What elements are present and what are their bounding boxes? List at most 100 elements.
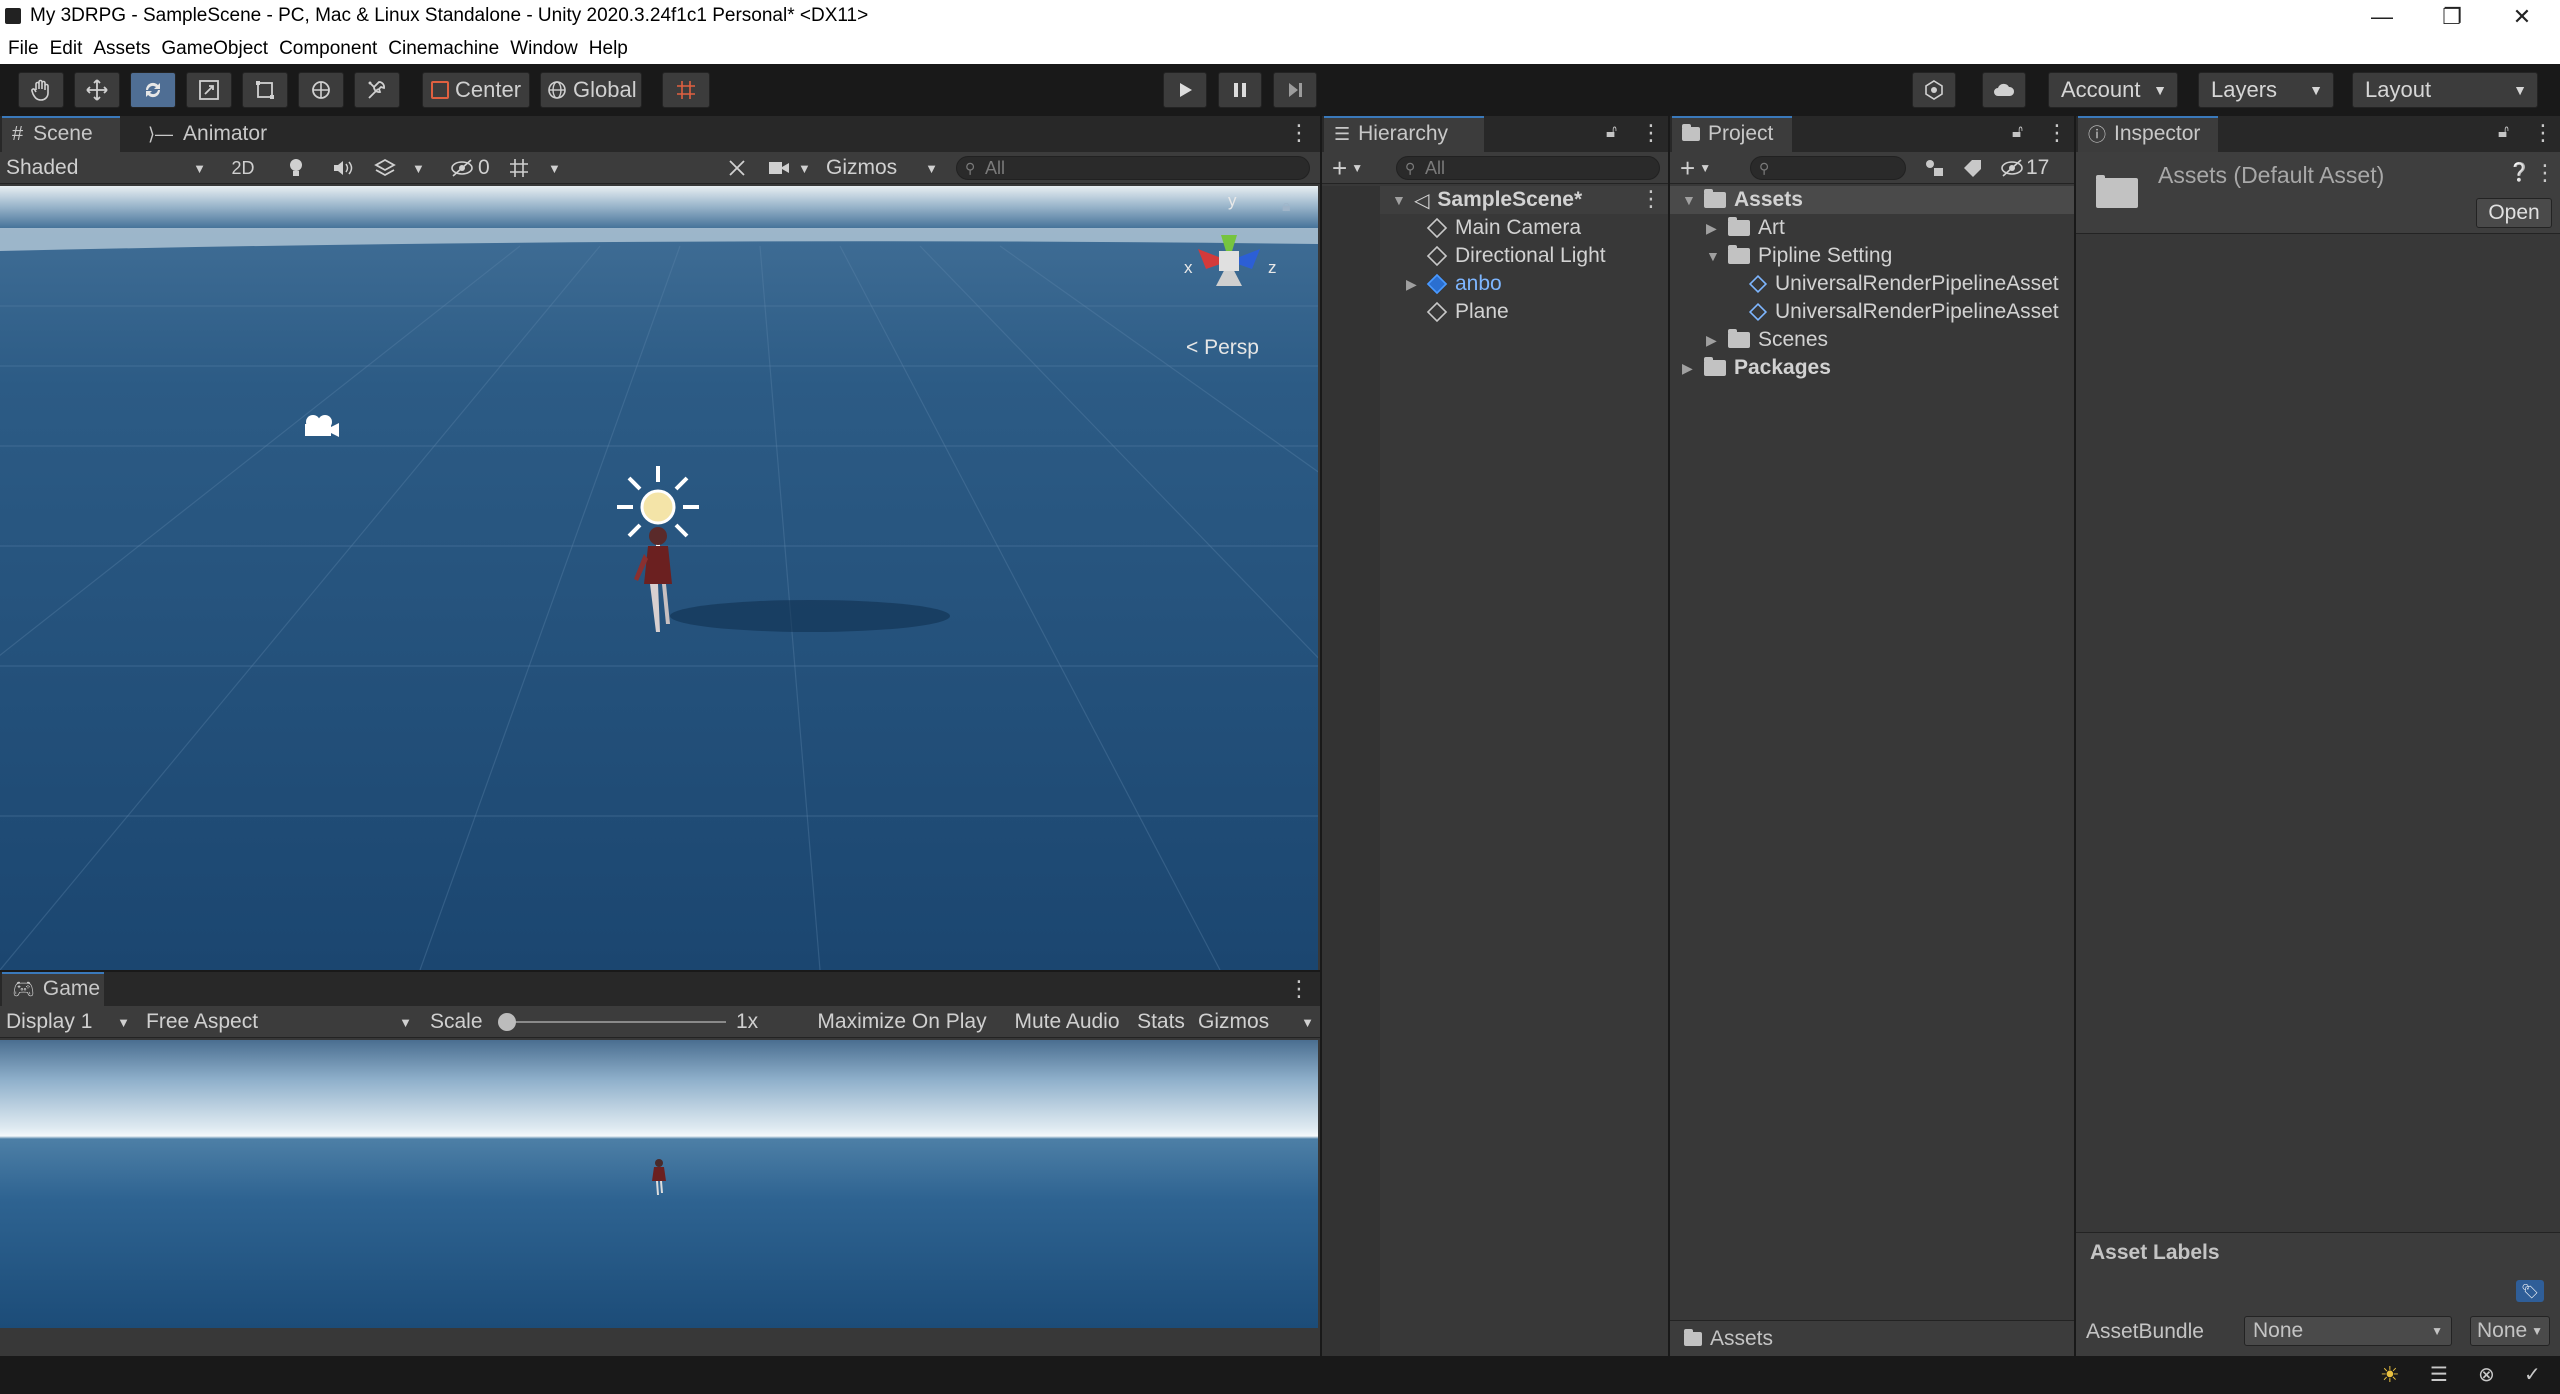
network-icon[interactable]: ⊗	[2478, 1362, 2495, 1387]
grid-snap-button[interactable]	[662, 72, 710, 108]
pivot-center-toggle[interactable]: Center	[422, 72, 530, 108]
lock-icon[interactable]: 🔓︎	[2012, 122, 2023, 142]
chevron-down-icon: ▼	[2513, 82, 2527, 98]
game-viewport[interactable]	[0, 1040, 1318, 1328]
scale-slider-track[interactable]	[506, 1021, 726, 1023]
layers-dropdown[interactable]: Layers ▼	[2198, 72, 2334, 108]
more-options-icon[interactable]: ⋮	[2046, 120, 2068, 146]
tab-hierarchy[interactable]: ☰ Hierarchy	[1324, 116, 1484, 152]
hierarchy-add-button[interactable]: + ▼	[1332, 153, 1372, 183]
more-options-icon[interactable]: ⋮	[1640, 186, 1662, 212]
menu-gameobject[interactable]: GameObject	[161, 38, 268, 60]
menu-file[interactable]: File	[8, 38, 39, 60]
transform-tool-button[interactable]	[298, 72, 344, 108]
project-folder-scenes[interactable]: ▶ Scenes	[1706, 326, 1828, 354]
pause-button[interactable]	[1218, 72, 1262, 108]
close-button[interactable]: ✕	[2487, 0, 2557, 33]
search-icon: ⚲	[1759, 159, 1770, 176]
play-button[interactable]	[1163, 72, 1207, 108]
maximize-button[interactable]: ❐	[2417, 0, 2487, 33]
lock-icon[interactable]: 🔒︎	[1282, 198, 1291, 216]
more-options-icon[interactable]: ⋮	[1288, 120, 1310, 146]
tab-game[interactable]: 🎮︎ Game	[2, 972, 104, 1006]
scene-search-input[interactable]: ⚲ All	[956, 156, 1310, 180]
project-asset-urp-1[interactable]: UniversalRenderPipelineAsset	[1748, 270, 2059, 298]
database-icon[interactable]: ☰	[2430, 1362, 2448, 1387]
assetbundle-variant-dropdown[interactable]: None ▼	[2470, 1316, 2550, 1346]
layout-dropdown[interactable]: Layout ▼	[2352, 72, 2538, 108]
lighting-toggle[interactable]	[286, 154, 310, 182]
open-button[interactable]: Open	[2476, 198, 2552, 228]
account-dropdown[interactable]: Account ▼	[2048, 72, 2178, 108]
rotate-tool-button[interactable]	[130, 72, 176, 108]
hidden-packages-toggle[interactable]: 17	[2000, 154, 2066, 182]
menu-edit[interactable]: Edit	[50, 38, 83, 60]
menu-component[interactable]: Component	[279, 38, 377, 60]
project-add-button[interactable]: + ▼	[1680, 153, 1720, 183]
shading-mode-dropdown[interactable]: Shaded ▼	[6, 154, 206, 182]
menu-cinemachine[interactable]: Cinemachine	[388, 38, 499, 60]
hierarchy-item-plane[interactable]: Plane	[1426, 298, 1509, 326]
more-options-icon[interactable]: ⋮	[2532, 120, 2554, 146]
hierarchy-item-anbo[interactable]: ▶ anbo	[1406, 270, 1502, 298]
menu-help[interactable]: Help	[589, 38, 628, 60]
pivot-global-toggle[interactable]: Global	[540, 72, 642, 108]
project-folder-packages[interactable]: ▶ Packages	[1682, 354, 1831, 382]
minimize-button[interactable]: —	[2347, 0, 2417, 33]
perspective-toggle[interactable]: < Persp	[1186, 336, 1259, 360]
audio-toggle[interactable]	[332, 154, 356, 182]
aspect-dropdown[interactable]: Free Aspect ▼	[146, 1008, 412, 1036]
tab-animator[interactable]: ⟩— Animator	[138, 116, 277, 152]
mute-audio-toggle[interactable]: Mute Audio	[1004, 1008, 1130, 1036]
more-options-icon[interactable]: ⋮	[2534, 160, 2556, 186]
hierarchy-search-input[interactable]: ⚲ All	[1396, 156, 1660, 180]
lock-icon[interactable]: 🔓︎	[2498, 122, 2509, 142]
project-folder-assets[interactable]: ▼ Assets	[1670, 186, 2074, 214]
more-options-icon[interactable]: ⋮	[1288, 976, 1310, 1002]
tab-scene[interactable]: # Scene	[2, 116, 120, 152]
display-dropdown[interactable]: Display 1 ▼	[6, 1008, 130, 1036]
step-button[interactable]	[1273, 72, 1317, 108]
camera-dropdown[interactable]: ▼	[768, 154, 824, 182]
hand-tool-button[interactable]	[18, 72, 64, 108]
2d-toggle[interactable]: 2D	[222, 154, 264, 182]
rect-tool-button[interactable]	[242, 72, 288, 108]
tab-project[interactable]: Project	[1672, 116, 1792, 152]
orientation-gizmo[interactable]: y x z	[1176, 191, 1286, 311]
auto-generate-lighting-icon[interactable]: ☀	[2380, 1362, 2400, 1388]
scene-tools-button[interactable]	[726, 154, 750, 182]
menu-assets[interactable]: Assets	[93, 38, 150, 60]
collab-button[interactable]	[1912, 72, 1956, 108]
search-by-type-button[interactable]	[1924, 154, 1950, 182]
lock-icon[interactable]: 🔓︎	[1606, 122, 1617, 142]
scale-tool-button[interactable]	[186, 72, 232, 108]
hierarchy-scene-row[interactable]: ▼ ◁ SampleScene* ⋮	[1380, 186, 1668, 214]
stats-toggle[interactable]: Stats	[1132, 1008, 1190, 1036]
move-tool-button[interactable]	[74, 72, 120, 108]
menu-window[interactable]: Window	[510, 38, 578, 60]
help-icon[interactable]: ❔	[2508, 162, 2530, 183]
maximize-on-play-toggle[interactable]: Maximize On Play	[808, 1008, 996, 1036]
more-options-icon[interactable]: ⋮	[1640, 120, 1662, 146]
scale-slider-handle[interactable]	[498, 1013, 516, 1031]
status-check-icon[interactable]: ✓	[2524, 1362, 2541, 1387]
project-folder-art[interactable]: ▶ Art	[1706, 214, 1785, 242]
hierarchy-item-main-camera[interactable]: Main Camera	[1426, 214, 1581, 242]
tag-icon[interactable]: 🏷︎	[2516, 1280, 2544, 1302]
display-label: Display 1	[6, 1010, 93, 1033]
search-by-label-button[interactable]	[1962, 154, 1988, 182]
project-folder-pipline-setting[interactable]: ▼ Pipline Setting	[1706, 242, 1892, 270]
game-gizmos-dropdown[interactable]: Gizmos ▼	[1198, 1008, 1314, 1036]
grid-dropdown[interactable]: ▼	[508, 154, 568, 182]
custom-tool-button[interactable]	[354, 72, 400, 108]
hidden-objects-toggle[interactable]: 0	[450, 154, 496, 182]
project-asset-urp-2[interactable]: UniversalRenderPipelineAsset	[1748, 298, 2059, 326]
hierarchy-item-directional-light[interactable]: Directional Light	[1426, 242, 1606, 270]
project-search-input[interactable]: ⚲	[1750, 156, 1906, 180]
assetbundle-dropdown[interactable]: None ▼	[2244, 1316, 2452, 1346]
scene-viewport[interactable]: y x z 🔒︎ < Persp	[0, 186, 1318, 970]
scene-gizmos-dropdown[interactable]: Gizmos ▼	[826, 154, 940, 182]
cloud-button[interactable]	[1982, 72, 2026, 108]
tab-inspector[interactable]: ⓘ Inspector	[2078, 116, 2218, 152]
effects-dropdown[interactable]: ▼	[374, 154, 430, 182]
